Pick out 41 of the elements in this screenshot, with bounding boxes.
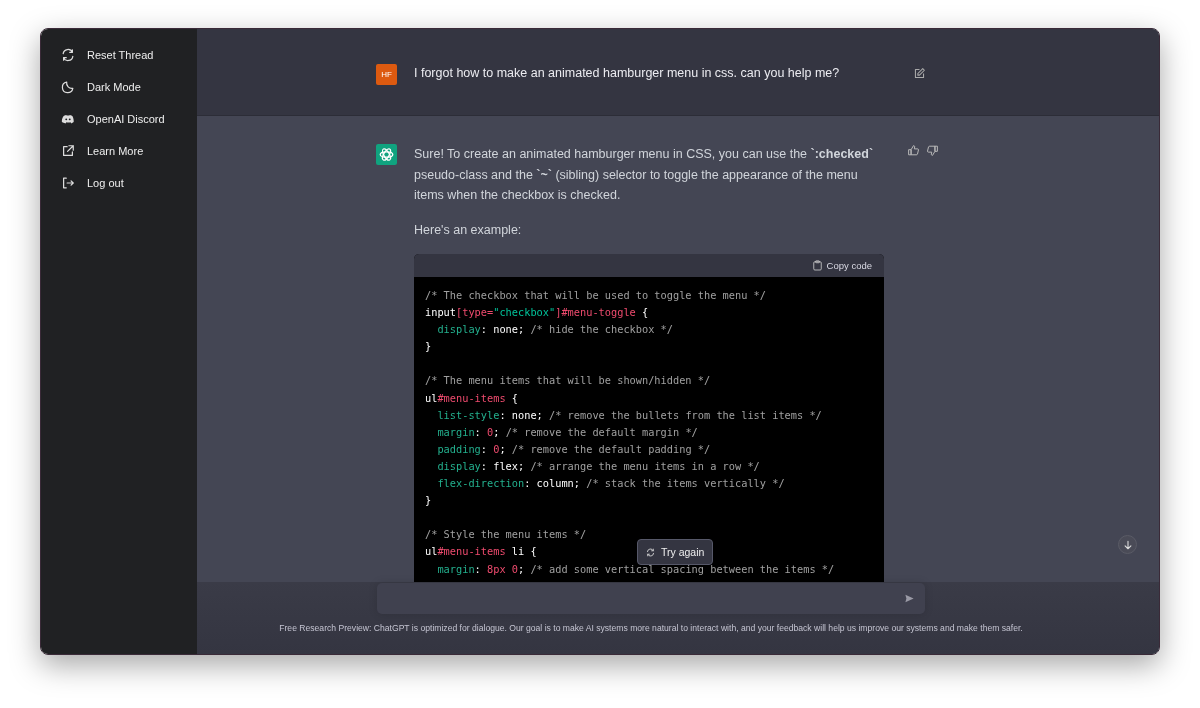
answer-paragraph: Sure! To create an animated hamburger menu in CSS, you can use the `:checked` pseudo-class and the `~` (sibling) selector to toggle the appearance of the menu items when the checkbox is checked. bbox=[414, 146, 875, 204]
copy-code-button[interactable]: Copy code bbox=[810, 258, 874, 273]
sidebar-item[interactable]: Log out bbox=[49, 169, 189, 197]
moon-icon bbox=[61, 80, 75, 94]
footer-disclaimer: Free Research Preview: ChatGPT is optimized for dialogue. Our goal is to make AI systems more natural to interact with, and your feedback will help us improve our systems and make them safer. bbox=[279, 623, 1023, 633]
edit-icon[interactable] bbox=[913, 67, 926, 80]
down-arrow-icon bbox=[1122, 539, 1133, 550]
code-line: display: none; /* hide the checkbox */ bbox=[436, 322, 673, 338]
game-controller-icon bbox=[61, 112, 75, 126]
code-line: margin: 0; /* remove the default margin */ bbox=[436, 424, 698, 440]
sidebar-item[interactable]: Learn More bbox=[49, 137, 189, 165]
send-icon[interactable] bbox=[904, 593, 915, 604]
external-link-icon bbox=[61, 144, 75, 158]
knot-logo-icon bbox=[376, 144, 397, 165]
try-again-button[interactable]: Try again bbox=[637, 539, 714, 565]
code-line: padding: 0; /* remove the default padding */ bbox=[436, 441, 711, 457]
message-input-field[interactable] bbox=[377, 583, 925, 614]
refresh-icon bbox=[646, 547, 655, 557]
scroll-down-button[interactable] bbox=[1118, 535, 1137, 554]
logout-icon bbox=[61, 176, 75, 190]
code-line: input[type="checkbox"]#menu-toggle { bbox=[425, 305, 649, 321]
code-line: /* The checkbox that will be used to toggle the menu */ bbox=[425, 288, 766, 303]
code-line: display: flex; /* arrange the menu items in a row */ bbox=[436, 458, 760, 474]
sidebar-item[interactable]: Reset Thread bbox=[49, 41, 189, 69]
user-message-text: I forgot how to make an animated hamburger menu in css. can you help me? bbox=[414, 65, 841, 82]
code-line: ul#menu-items li { bbox=[425, 544, 537, 560]
code-line: list-style: none; /* remove the bullets from the list items */ bbox=[436, 407, 822, 423]
thumbs-up-icon[interactable] bbox=[907, 144, 920, 157]
refresh-icon bbox=[61, 48, 75, 62]
code-line: } bbox=[425, 339, 432, 355]
answer-paragraph: Here's an example: bbox=[414, 221, 523, 239]
code-line: /* The menu items that will be shown/hidden */ bbox=[425, 373, 711, 389]
sidebar-item[interactable]: OpenAI Discord bbox=[49, 105, 189, 133]
code-line: flex-direction: column; /* stack the items vertically */ bbox=[436, 476, 785, 492]
code-line: /* Style the menu items */ bbox=[425, 527, 587, 543]
code-line: } bbox=[425, 493, 432, 509]
thumbs-down-icon[interactable] bbox=[926, 144, 939, 157]
clipboard-icon bbox=[812, 260, 822, 271]
user-avatar: HF bbox=[376, 64, 397, 85]
sidebar-item[interactable]: Dark Mode bbox=[49, 73, 189, 101]
code-line: ul#menu-items { bbox=[425, 390, 518, 406]
